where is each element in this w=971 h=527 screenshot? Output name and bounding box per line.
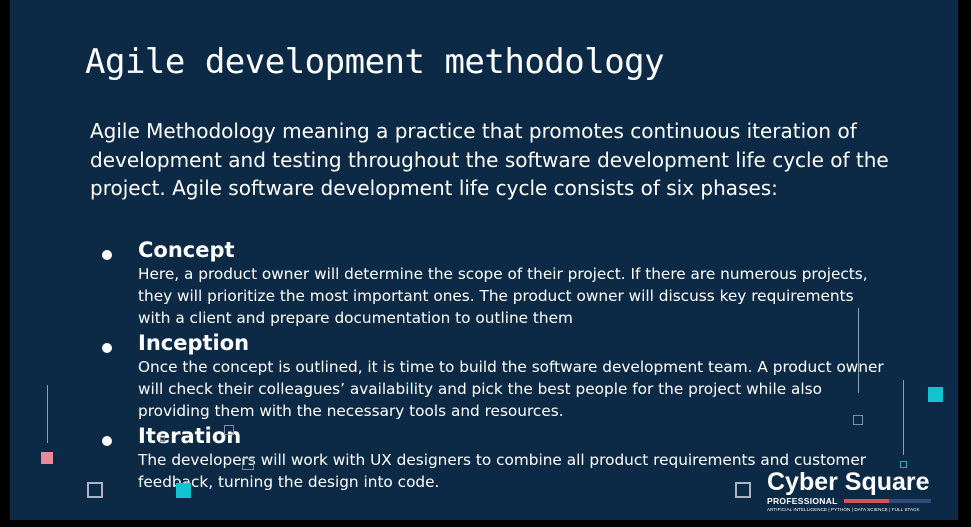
decor-outline-square: [735, 482, 751, 498]
bullet-icon: [102, 436, 112, 446]
decor-cyan-square: [928, 387, 943, 402]
decor-pink-square: [41, 452, 53, 464]
decor-outline-square: [853, 415, 863, 425]
bullet-icon: [102, 250, 112, 260]
decor-outline-square: [242, 458, 254, 470]
logo-sub-row: PROFESSIONAL: [767, 495, 942, 506]
bullet-icon: [102, 343, 112, 353]
decor-outline-square: [87, 482, 103, 498]
decor-line: [47, 385, 48, 443]
decor-line: [903, 380, 904, 455]
slide-title: Agile development methodology: [85, 42, 665, 82]
cyber-square-logo: Cyber Square PROFESSIONAL ARTIFICIAL INT…: [767, 468, 942, 512]
decor-outline-square: [160, 437, 165, 442]
logo-brand: Cyber Square: [767, 468, 930, 496]
logo-sub: PROFESSIONAL: [767, 495, 838, 506]
phase-name: Concept: [138, 238, 235, 262]
phase-name: Inception: [138, 331, 250, 355]
phase-description: Here, a product owner will determine the…: [138, 265, 868, 327]
phase-description: Once the concept is outlined, it is time…: [138, 358, 884, 420]
intro-paragraph: Agile Methodology meaning a practice tha…: [90, 119, 889, 200]
decor-line: [858, 308, 859, 393]
decor-outline-square: [900, 461, 907, 468]
logo-tagline: ARTIFICIAL INTELLIGENCE | PYTHON | DATA …: [767, 507, 920, 512]
logo-red-bar: [843, 498, 889, 503]
logo-blue-bar: [888, 498, 931, 503]
decor-cyan-square: [176, 483, 191, 498]
slide: Agile development methodology Agile Meth…: [10, 0, 958, 520]
decor-outline-square: [224, 425, 234, 435]
